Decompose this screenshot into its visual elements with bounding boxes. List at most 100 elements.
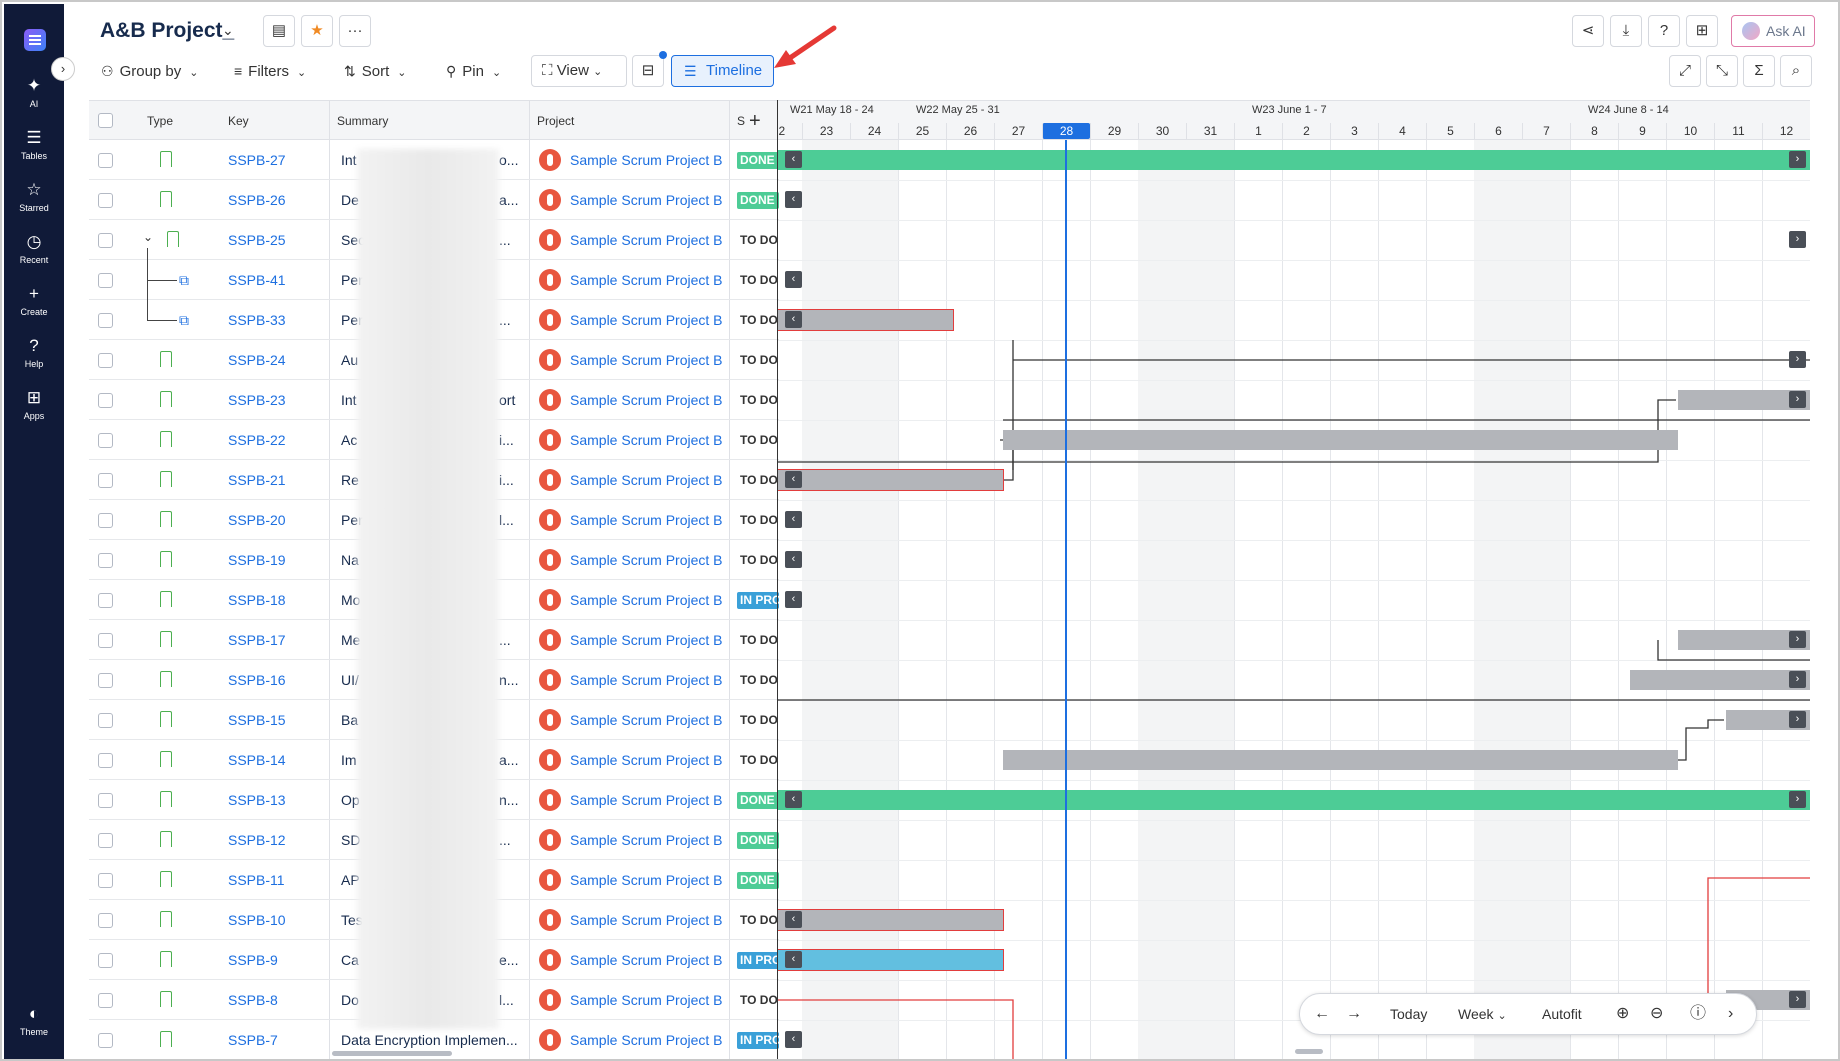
row-checkbox[interactable] bbox=[98, 833, 113, 848]
issue-summary[interactable]: Au bbox=[341, 340, 358, 380]
row-checkbox[interactable] bbox=[98, 153, 113, 168]
status-badge[interactable]: TO DO bbox=[737, 432, 779, 449]
issue-summary[interactable]: Int bbox=[341, 140, 357, 180]
row-checkbox[interactable] bbox=[98, 313, 113, 328]
pin-button[interactable]: ⚲ Pin ⌄ bbox=[446, 55, 501, 87]
status-badge[interactable]: DONE bbox=[737, 872, 779, 889]
row-checkbox[interactable] bbox=[98, 873, 113, 888]
project-link[interactable]: Sample Scrum Project B bbox=[570, 140, 723, 180]
status-badge[interactable]: IN PROGRESS bbox=[737, 952, 779, 969]
zoom-out-icon[interactable]: ⊖ bbox=[1650, 994, 1663, 1034]
status-badge[interactable]: DONE bbox=[737, 192, 779, 209]
star-button[interactable]: ★ bbox=[301, 15, 333, 47]
row-checkbox[interactable] bbox=[98, 193, 113, 208]
timeline-bar[interactable] bbox=[778, 909, 1004, 931]
column-header-type[interactable]: Type bbox=[147, 101, 173, 141]
help-button[interactable]: ? bbox=[1648, 15, 1680, 47]
expand-button[interactable]: ⤢ bbox=[1669, 55, 1701, 87]
issue-key[interactable]: SSPB-23 bbox=[228, 380, 286, 420]
sum-button[interactable]: Σ bbox=[1743, 55, 1775, 87]
status-badge[interactable]: IN PROGRESS bbox=[737, 592, 779, 609]
chevron-right-icon[interactable]: › bbox=[1728, 994, 1733, 1034]
row-checkbox[interactable] bbox=[98, 633, 113, 648]
status-badge[interactable]: DONE bbox=[737, 152, 779, 169]
arrow-right-icon[interactable]: → bbox=[1346, 994, 1362, 1034]
row-checkbox[interactable] bbox=[98, 473, 113, 488]
issue-summary[interactable]: Ac bbox=[341, 420, 357, 460]
issue-key[interactable]: SSPB-26 bbox=[228, 180, 286, 220]
group-by-button[interactable]: ⚇ Group by ⌄ bbox=[101, 55, 198, 87]
rail-item-tables[interactable]: ☰ Tables bbox=[4, 128, 64, 174]
row-checkbox[interactable] bbox=[98, 793, 113, 808]
project-link[interactable]: Sample Scrum Project B bbox=[570, 220, 723, 260]
search-button[interactable]: ⌕ bbox=[1780, 55, 1812, 87]
status-badge[interactable]: TO DO bbox=[737, 552, 779, 569]
column-header-project[interactable]: Project bbox=[537, 101, 574, 141]
project-link[interactable]: Sample Scrum Project B bbox=[570, 460, 723, 500]
row-checkbox[interactable] bbox=[98, 953, 113, 968]
timeline-bar[interactable] bbox=[778, 469, 1004, 491]
view-button[interactable]: ⛶ View ⌄ bbox=[531, 55, 627, 87]
share-button[interactable]: ⋖ bbox=[1572, 15, 1604, 47]
issue-key[interactable]: SSPB-24 bbox=[228, 340, 286, 380]
column-header-status[interactable]: S bbox=[737, 101, 745, 141]
issue-key[interactable]: SSPB-15 bbox=[228, 700, 286, 740]
scroll-to-end-icon[interactable]: › bbox=[1789, 791, 1806, 808]
ask-ai-button[interactable]: Ask AI bbox=[1731, 15, 1815, 47]
issue-key[interactable]: SSPB-8 bbox=[228, 980, 278, 1020]
project-link[interactable]: Sample Scrum Project B bbox=[570, 580, 723, 620]
scroll-to-end-icon[interactable]: › bbox=[1789, 391, 1806, 408]
page-title[interactable]: A&B Project_ bbox=[100, 19, 234, 43]
row-checkbox[interactable] bbox=[98, 713, 113, 728]
issue-key[interactable]: SSPB-21 bbox=[228, 460, 286, 500]
row-checkbox[interactable] bbox=[98, 513, 113, 528]
column-header-summary[interactable]: Summary bbox=[337, 101, 388, 141]
details-button[interactable]: ▤ bbox=[263, 15, 295, 47]
issue-key[interactable]: SSPB-10 bbox=[228, 900, 286, 940]
horizontal-scrollbar[interactable] bbox=[332, 1051, 452, 1056]
project-link[interactable]: Sample Scrum Project B bbox=[570, 780, 723, 820]
project-link[interactable]: Sample Scrum Project B bbox=[570, 180, 723, 220]
status-badge[interactable]: TO DO bbox=[737, 312, 779, 329]
scroll-to-start-icon[interactable]: ‹ bbox=[785, 311, 802, 328]
scroll-to-start-icon[interactable]: ‹ bbox=[785, 591, 802, 608]
status-badge[interactable]: TO DO bbox=[737, 632, 779, 649]
status-badge[interactable]: IN PROGRESS bbox=[737, 1032, 779, 1049]
issue-key[interactable]: SSPB-14 bbox=[228, 740, 286, 780]
expand-chevron-icon[interactable]: ⌄ bbox=[143, 230, 153, 244]
expand-sidebar-button[interactable]: › bbox=[51, 57, 75, 81]
row-checkbox[interactable] bbox=[98, 353, 113, 368]
issue-key[interactable]: SSPB-17 bbox=[228, 620, 286, 660]
scroll-to-start-icon[interactable]: ‹ bbox=[785, 551, 802, 568]
rail-item-theme[interactable]: ◐ Theme bbox=[4, 1004, 64, 1050]
arrow-left-icon[interactable]: ← bbox=[1314, 994, 1330, 1034]
more-button[interactable]: ··· bbox=[339, 15, 371, 47]
project-link[interactable]: Sample Scrum Project B bbox=[570, 500, 723, 540]
project-link[interactable]: Sample Scrum Project B bbox=[570, 820, 723, 860]
rail-item-create[interactable]: + Create bbox=[4, 284, 64, 330]
status-badge[interactable]: TO DO bbox=[737, 352, 779, 369]
project-link[interactable]: Sample Scrum Project B bbox=[570, 740, 723, 780]
issue-summary[interactable]: Int bbox=[341, 380, 357, 420]
issue-key[interactable]: SSPB-11 bbox=[228, 860, 285, 900]
scroll-to-end-icon[interactable]: › bbox=[1789, 231, 1806, 248]
issue-key[interactable]: SSPB-9 bbox=[228, 940, 278, 980]
scroll-to-start-icon[interactable]: ‹ bbox=[785, 911, 802, 928]
issue-key[interactable]: SSPB-18 bbox=[228, 580, 286, 620]
timeline-bar[interactable] bbox=[1003, 750, 1678, 770]
row-checkbox[interactable] bbox=[98, 913, 113, 928]
row-checkbox[interactable] bbox=[98, 273, 113, 288]
row-checkbox[interactable] bbox=[98, 393, 113, 408]
timeline-bar[interactable] bbox=[778, 790, 1810, 810]
project-link[interactable]: Sample Scrum Project B bbox=[570, 380, 723, 420]
status-badge[interactable]: TO DO bbox=[737, 712, 779, 729]
scroll-to-end-icon[interactable]: › bbox=[1789, 351, 1806, 368]
issue-key[interactable]: SSPB-7 bbox=[228, 1020, 278, 1059]
rail-item-help[interactable]: ? Help bbox=[4, 336, 64, 382]
project-link[interactable]: Sample Scrum Project B bbox=[570, 980, 723, 1020]
week-dropdown[interactable]: Week ⌄ bbox=[1458, 994, 1507, 1036]
row-checkbox[interactable] bbox=[98, 673, 113, 688]
status-badge[interactable]: TO DO bbox=[737, 992, 779, 1009]
row-checkbox[interactable] bbox=[98, 593, 113, 608]
status-badge[interactable]: TO DO bbox=[737, 912, 779, 929]
